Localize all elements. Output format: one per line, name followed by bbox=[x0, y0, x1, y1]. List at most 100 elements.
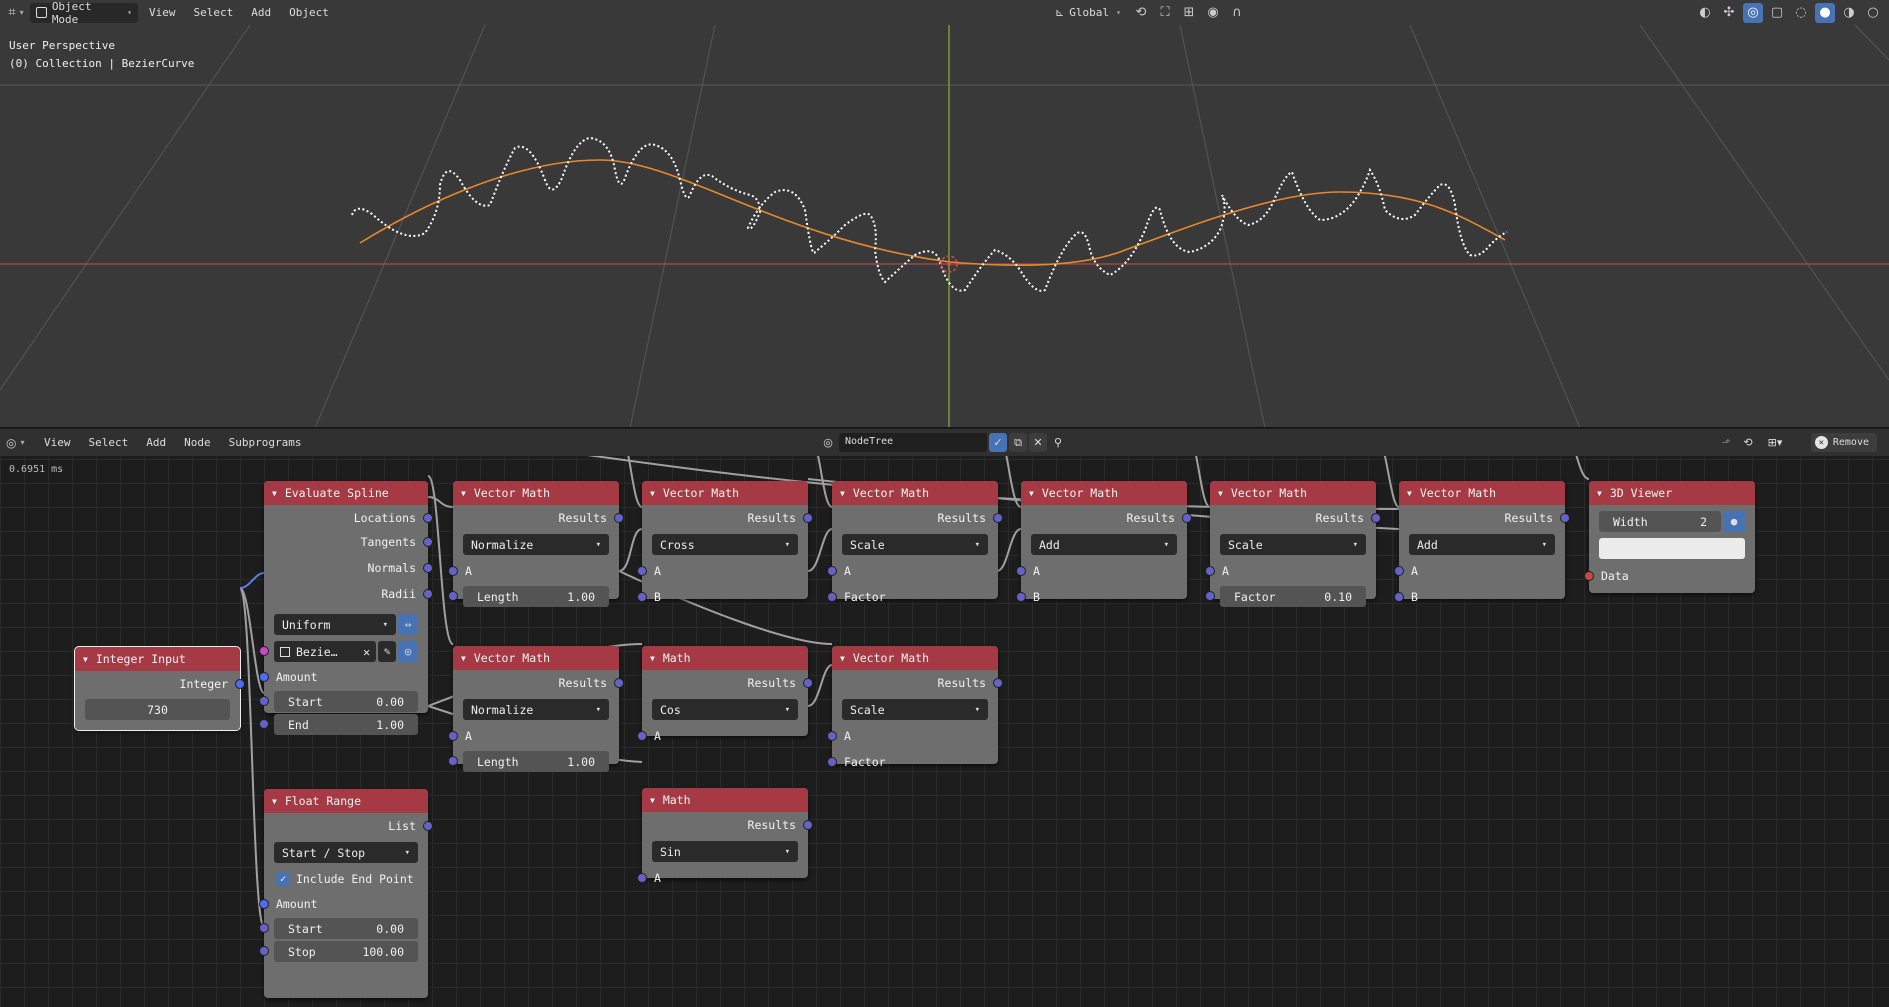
menu-select[interactable]: Select bbox=[81, 436, 137, 449]
pin-icon[interactable]: ⚲ bbox=[1049, 433, 1067, 452]
menu-subprograms[interactable]: Subprograms bbox=[221, 436, 310, 449]
operation-dropdown[interactable]: Cross ▾ bbox=[652, 534, 798, 555]
shading-rendered-icon[interactable]: ○ bbox=[1863, 3, 1883, 23]
input-socket-amount[interactable] bbox=[259, 672, 269, 682]
collapse-triangle-icon[interactable]: ▼ bbox=[461, 489, 466, 498]
input-socket-a[interactable] bbox=[448, 566, 458, 576]
input-socket-stop[interactable] bbox=[259, 946, 269, 956]
menu-object[interactable]: Object bbox=[282, 3, 336, 23]
node-header[interactable]: ▼ Vector Math bbox=[453, 481, 619, 505]
output-socket-results[interactable] bbox=[614, 678, 624, 688]
output-socket-normals[interactable] bbox=[423, 563, 433, 573]
input-socket-spline[interactable] bbox=[259, 646, 269, 656]
node-vector-math-add-2[interactable]: ▼ Vector Math Results Add ▾ A B bbox=[1394, 481, 1570, 604]
node-vector-math-scale-3[interactable]: ▼ Vector Math Results Scale ▾ A Factor 0.10 bbox=[1205, 481, 1381, 607]
input-socket-a[interactable] bbox=[827, 731, 837, 741]
length-field[interactable]: Length 1.00 bbox=[448, 751, 609, 772]
node-header[interactable]: ▼ Vector Math bbox=[453, 646, 619, 670]
menu-node[interactable]: Node bbox=[176, 436, 219, 449]
output-socket[interactable] bbox=[235, 679, 245, 689]
collapse-triangle-icon[interactable]: ▼ bbox=[840, 489, 845, 498]
clear-object-icon[interactable]: ✕ bbox=[363, 645, 370, 659]
width-field[interactable]: Width 2 bbox=[1599, 511, 1721, 532]
falloff-icon[interactable]: ∩ bbox=[1227, 3, 1247, 23]
start-field[interactable]: Start 0.00 bbox=[259, 691, 418, 712]
node-vector-math-add-1[interactable]: ▼ Vector Math Results Add ▾ A B bbox=[1016, 481, 1192, 604]
editor-type-icon[interactable]: ⌗ ▾ bbox=[6, 3, 26, 23]
input-socket-end[interactable] bbox=[259, 719, 269, 729]
node-integer-input[interactable]: ▼ Integer Input Integer 730 bbox=[74, 646, 245, 731]
input-socket-amount[interactable] bbox=[259, 899, 269, 909]
output-socket-results[interactable] bbox=[1371, 513, 1381, 523]
input-socket-b[interactable] bbox=[637, 592, 647, 602]
input-socket-a[interactable] bbox=[1016, 566, 1026, 576]
collapse-triangle-icon[interactable]: ▼ bbox=[83, 655, 88, 664]
node-editor[interactable]: ◎ ▾ View Select Add Node Subprograms ◎ No… bbox=[0, 429, 1889, 1007]
menu-view[interactable]: View bbox=[36, 436, 79, 449]
input-socket-b[interactable] bbox=[1016, 592, 1026, 602]
mode-select[interactable]: Object Mode ▾ bbox=[30, 0, 138, 26]
collapse-triangle-icon[interactable]: ▼ bbox=[1407, 489, 1412, 498]
input-socket-factor[interactable] bbox=[827, 592, 837, 602]
menu-add[interactable]: Add bbox=[244, 3, 278, 23]
output-socket-results[interactable] bbox=[1560, 513, 1570, 523]
output-socket-results[interactable] bbox=[993, 513, 1003, 523]
node-header[interactable]: ▼ Evaluate Spline bbox=[264, 481, 428, 505]
shading-material-icon[interactable]: ◑ bbox=[1839, 3, 1859, 23]
node-header[interactable]: ▼ Vector Math bbox=[1399, 481, 1565, 505]
node-header[interactable]: ▼ Vector Math bbox=[1021, 481, 1187, 505]
input-socket-data[interactable] bbox=[1584, 571, 1594, 581]
node-header[interactable]: ▼ Vector Math bbox=[642, 481, 808, 505]
parent-tree-icon[interactable]: ⬏ bbox=[1717, 433, 1735, 452]
node-evaluate-spline[interactable]: ▼ Evaluate Spline Locations Tangents Norm… bbox=[259, 481, 433, 735]
visibility-icon[interactable]: ◐ bbox=[1695, 3, 1715, 23]
collapse-triangle-icon[interactable]: ▼ bbox=[650, 654, 655, 663]
input-socket-length[interactable] bbox=[448, 756, 458, 766]
node-header[interactable]: ▼ 3D Viewer bbox=[1589, 481, 1755, 505]
node-header[interactable]: ▼ Integer Input bbox=[75, 647, 240, 671]
collapse-triangle-icon[interactable]: ▼ bbox=[1597, 489, 1602, 498]
input-socket-start[interactable] bbox=[259, 696, 269, 706]
eyedropper-icon[interactable]: ✎ bbox=[378, 641, 396, 662]
node-tree-selector[interactable]: ◎ NodeTree ✓ ⧉ ✕ ⚲ bbox=[819, 433, 1067, 452]
duplicate-icon[interactable]: ⧉ bbox=[1009, 433, 1027, 452]
input-socket-a[interactable] bbox=[448, 731, 458, 741]
node-float-range[interactable]: ▼ Float Range List Start / Stop ▾ ✓ Include… bbox=[259, 789, 433, 998]
output-socket-results[interactable] bbox=[1182, 513, 1192, 523]
output-socket-results[interactable] bbox=[803, 820, 813, 830]
input-socket-a[interactable] bbox=[1205, 566, 1215, 576]
collapse-triangle-icon[interactable]: ▼ bbox=[272, 489, 277, 498]
input-socket-factor[interactable] bbox=[1205, 591, 1215, 601]
color-swatch[interactable] bbox=[1599, 538, 1745, 559]
snap-increment-icon[interactable]: ⊞ bbox=[1179, 3, 1199, 23]
remove-button[interactable]: ✕ Remove bbox=[1810, 433, 1877, 452]
output-socket-tangents[interactable] bbox=[423, 537, 433, 547]
input-socket-a[interactable] bbox=[637, 566, 647, 576]
node-vector-math-scale-2[interactable]: ▼ Vector Math Results Scale ▾ A Factor bbox=[827, 646, 1003, 769]
operation-dropdown[interactable]: Normalize ▾ bbox=[463, 699, 609, 720]
operation-dropdown[interactable]: Sin ▾ bbox=[652, 841, 798, 862]
collapse-triangle-icon[interactable]: ▼ bbox=[1218, 489, 1223, 498]
include-end-point-checkbox[interactable]: ✓ Include End Point bbox=[264, 866, 428, 892]
stop-field[interactable]: Stop 100.00 bbox=[259, 941, 418, 962]
gizmo-icon[interactable]: ✣ bbox=[1719, 3, 1739, 23]
auto-execute-icon[interactable]: ⟲ bbox=[1739, 433, 1757, 452]
input-socket-factor[interactable] bbox=[827, 757, 837, 767]
node-header[interactable]: ▼ Vector Math bbox=[1210, 481, 1376, 505]
collapse-triangle-icon[interactable]: ▼ bbox=[461, 654, 466, 663]
operation-dropdown[interactable]: Scale ▾ bbox=[842, 699, 988, 720]
node-vector-math-normalize-2[interactable]: ▼ Vector Math Results Normalize ▾ A Length… bbox=[448, 646, 624, 772]
parameter-type-icon[interactable]: ⇔ bbox=[398, 614, 418, 635]
collapse-triangle-icon[interactable]: ▼ bbox=[272, 797, 277, 806]
node-tree-type-icon[interactable]: ◎ bbox=[819, 433, 837, 452]
fake-user-shield-icon[interactable]: ✓ bbox=[989, 433, 1007, 452]
node-vector-math-normalize-1[interactable]: ▼ Vector Math Results Normalize ▾ A Length… bbox=[448, 481, 624, 607]
node-header[interactable]: ▼ Vector Math bbox=[832, 646, 998, 670]
menu-view[interactable]: View bbox=[142, 3, 183, 23]
input-socket-a[interactable] bbox=[637, 873, 647, 883]
length-field[interactable]: Length 1.00 bbox=[448, 586, 609, 607]
range-mode-dropdown[interactable]: Start / Stop ▾ bbox=[274, 842, 418, 863]
node-vector-math-scale-1[interactable]: ▼ Vector Math Results Scale ▾ A Factor bbox=[827, 481, 1003, 604]
input-socket-start[interactable] bbox=[259, 923, 269, 933]
factor-field[interactable]: Factor 0.10 bbox=[1205, 586, 1366, 607]
